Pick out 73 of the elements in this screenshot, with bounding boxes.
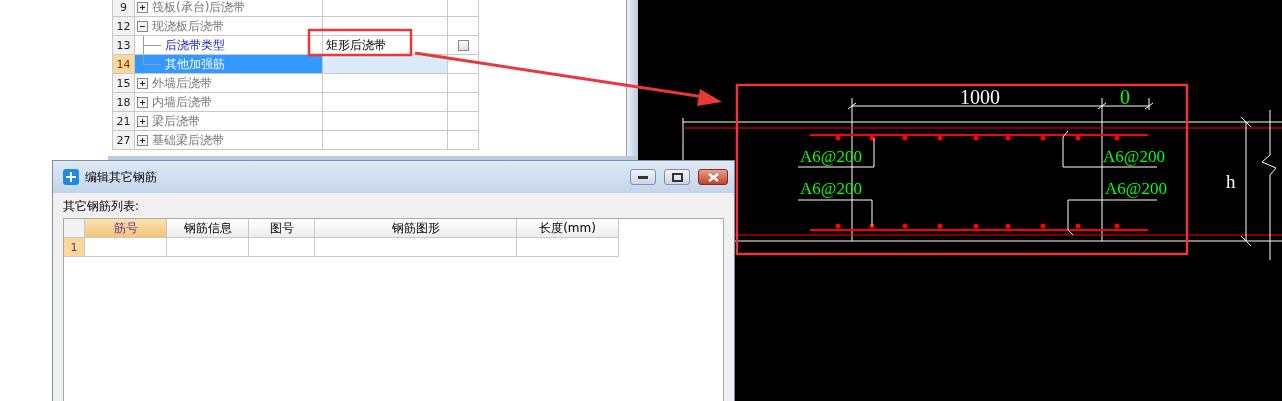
row-number: 21 — [113, 112, 135, 131]
height-label: h — [1226, 171, 1236, 192]
tree-item-label: 筏板(承台)后浇带 — [152, 0, 246, 16]
expand-icon[interactable] — [137, 1, 148, 13]
expand-icon[interactable] — [137, 77, 148, 89]
dimension-text: 1000 — [960, 86, 1000, 108]
tree-item[interactable]: 内墙后浇带 — [135, 93, 323, 112]
checkbox[interactable] — [457, 39, 469, 51]
row-number: 12 — [113, 17, 135, 36]
table-corner[interactable] — [64, 219, 85, 238]
table-cell[interactable] — [517, 238, 619, 257]
tree-item-label: 基础梁后浇带 — [152, 131, 224, 149]
tree-item-label: 现浇板后浇带 — [152, 17, 224, 35]
row-number: 18 — [113, 93, 135, 112]
tree-item-label: 其他加强筋 — [165, 55, 225, 73]
table-cell[interactable] — [249, 238, 315, 257]
tree-item-label: 梁后浇带 — [152, 112, 200, 130]
tree-item[interactable]: 基础梁后浇带 — [135, 131, 323, 150]
minimize-icon — [638, 175, 648, 179]
table-cell[interactable] — [323, 55, 448, 74]
window-title: 编辑其它钢筋 — [85, 168, 158, 186]
rebar-label: A6@200 — [800, 147, 862, 166]
expand-icon[interactable] — [137, 115, 148, 127]
tree-item[interactable]: 现浇板后浇带 — [135, 17, 323, 36]
tree-item[interactable]: 筏板(承台)后浇带 — [135, 0, 323, 17]
tree-item[interactable]: 外墙后浇带 — [135, 74, 323, 93]
table-cell[interactable] — [323, 74, 448, 93]
column-header[interactable]: 钢筋图形 — [315, 219, 517, 238]
maximize-icon — [671, 172, 683, 182]
table-cell[interactable] — [448, 0, 479, 17]
collapse-icon[interactable] — [137, 20, 148, 32]
table-cell[interactable] — [448, 36, 479, 55]
row-number: 13 — [113, 36, 135, 55]
table-cell[interactable] — [315, 238, 517, 257]
close-icon — [707, 172, 719, 182]
property-value[interactable]: 矩形后浇带 — [326, 36, 386, 54]
table-cell[interactable] — [323, 93, 448, 112]
row-number: 27 — [113, 131, 135, 150]
column-header[interactable]: 钢筋信息 — [167, 219, 249, 238]
table-cell[interactable] — [448, 17, 479, 36]
row-number[interactable]: 1 — [64, 238, 85, 257]
table-cell[interactable] — [448, 74, 479, 93]
maximize-button[interactable] — [664, 169, 690, 185]
app-icon — [63, 169, 79, 185]
column-header[interactable]: 长度(mm) — [517, 219, 619, 238]
rebar-label: A6@200 — [1103, 147, 1165, 166]
row-number: 15 — [113, 74, 135, 93]
table-cell[interactable] — [448, 112, 479, 131]
tree-item-label: 外墙后浇带 — [152, 74, 212, 92]
minimize-button[interactable] — [630, 169, 656, 185]
dimension-text: 0 — [1120, 86, 1130, 108]
list-label: 其它钢筋列表: — [63, 197, 141, 215]
expand-icon[interactable] — [137, 96, 148, 108]
table-cell[interactable] — [323, 0, 448, 17]
tree-item-label: 后浇带类型 — [165, 36, 225, 54]
row-number: 9 — [113, 0, 135, 17]
column-header[interactable]: 图号 — [249, 219, 315, 238]
table-cell[interactable] — [323, 112, 448, 131]
tree-item[interactable]: 梁后浇带 — [135, 112, 323, 131]
expand-icon[interactable] — [137, 134, 148, 146]
table-cell[interactable] — [323, 17, 448, 36]
close-button[interactable] — [698, 169, 728, 185]
rebar-label: A6@200 — [1105, 179, 1167, 198]
table-cell[interactable] — [448, 55, 479, 74]
table-cell[interactable] — [448, 131, 479, 150]
rebar-label: A6@200 — [800, 179, 862, 198]
row-number: 14 — [113, 55, 135, 74]
column-header[interactable]: 筋号 — [85, 219, 167, 238]
table-cell[interactable] — [167, 238, 249, 257]
tree-item-label: 内墙后浇带 — [152, 93, 212, 111]
table-cell[interactable] — [85, 238, 167, 257]
table-cell[interactable] — [448, 93, 479, 112]
table-cell[interactable] — [323, 131, 448, 150]
